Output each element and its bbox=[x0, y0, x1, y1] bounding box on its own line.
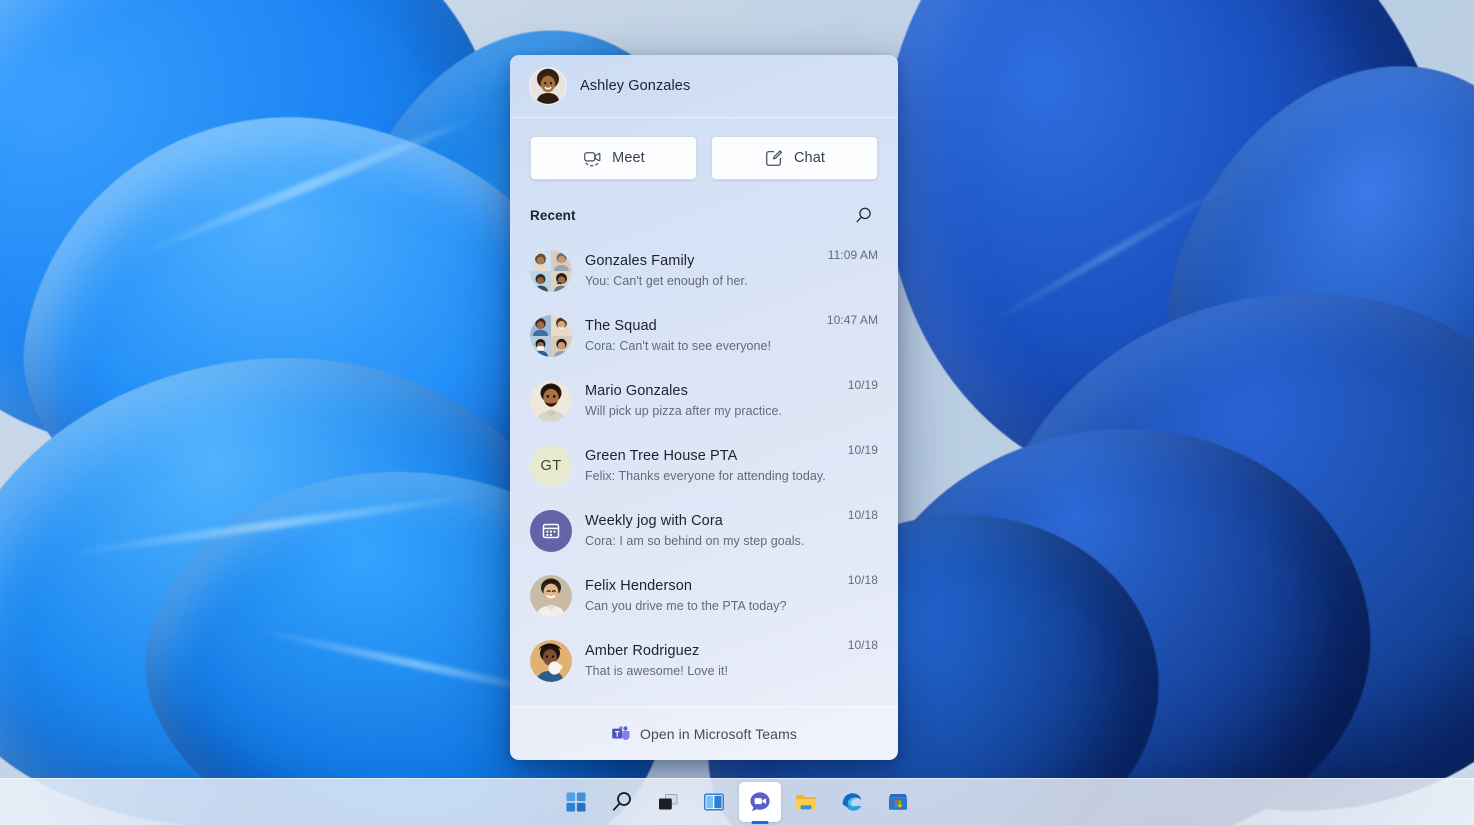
taskbar bbox=[0, 778, 1474, 825]
list-item-text: Mario Gonzales Will pick up pizza after … bbox=[585, 382, 835, 419]
avatar-meeting bbox=[530, 509, 572, 552]
chat-timestamp: 10:47 AM bbox=[826, 313, 878, 327]
list-item-text: Amber Rodriguez That is awesome! Love it… bbox=[585, 642, 835, 679]
chat-timestamp: 10/19 bbox=[847, 443, 878, 457]
file-explorer-button[interactable] bbox=[785, 782, 827, 822]
chat-preview: That is awesome! Love it! bbox=[585, 664, 728, 678]
avatar bbox=[530, 639, 572, 682]
action-row: Meet Chat bbox=[510, 118, 898, 194]
task-view-icon bbox=[659, 794, 678, 810]
chat-button[interactable] bbox=[739, 782, 781, 822]
chat-timestamp: 10/18 bbox=[847, 638, 878, 652]
chat-timestamp: 10/18 bbox=[847, 508, 878, 522]
chat-timestamp: 10/19 bbox=[847, 378, 878, 392]
chat-title: Amber Rodriguez bbox=[585, 643, 700, 659]
list-item-text: Weekly jog with Cora Cora: I am so behin… bbox=[585, 512, 835, 549]
avatar bbox=[530, 314, 572, 357]
compose-chat-icon bbox=[766, 150, 783, 166]
list-item-text: Green Tree House PTA Felix: Thanks every… bbox=[585, 447, 835, 484]
desktop: Ashley Gonzales Meet Chat Recent Gonzale… bbox=[0, 0, 1474, 825]
chat-preview: Can you drive me to the PTA today? bbox=[585, 599, 787, 613]
list-item[interactable]: GT Green Tree House PTA Felix: Thanks ev… bbox=[522, 433, 886, 498]
teams-chat-flyout-panel: Ashley Gonzales Meet Chat Recent Gonzale… bbox=[510, 55, 898, 760]
list-item-text: The Squad Cora: Can't wait to see everyo… bbox=[585, 317, 814, 354]
file-explorer-folder-icon bbox=[796, 794, 816, 810]
chat-button[interactable]: Chat bbox=[711, 136, 878, 180]
microsoft-teams-logo-icon bbox=[612, 726, 630, 740]
search-icon bbox=[612, 792, 631, 811]
chat-preview: Will pick up pizza after my practice. bbox=[585, 404, 783, 418]
meet-button-label: Meet bbox=[612, 150, 645, 166]
avatar-initials: GT bbox=[530, 444, 572, 487]
video-camera-icon bbox=[584, 152, 601, 167]
avatar[interactable] bbox=[530, 68, 566, 104]
widgets-button[interactable] bbox=[693, 782, 735, 822]
list-item[interactable]: Gonzales Family You: Can't get enough of… bbox=[522, 238, 886, 303]
search-button[interactable] bbox=[601, 782, 643, 822]
chat-bubble-video-icon bbox=[750, 792, 770, 812]
avatar bbox=[530, 379, 572, 422]
microsoft-store-icon bbox=[889, 794, 907, 810]
microsoft-store-button[interactable] bbox=[877, 782, 919, 822]
avatar-initials-label: GT bbox=[540, 457, 562, 474]
search-chats-button[interactable] bbox=[848, 200, 878, 230]
open-in-microsoft-teams-button[interactable]: Open in Microsoft Teams bbox=[510, 706, 898, 760]
chat-timestamp: 10/18 bbox=[847, 573, 878, 587]
calendar-meeting-icon bbox=[542, 523, 560, 538]
list-item-text: Felix Henderson Can you drive me to the … bbox=[585, 577, 835, 614]
recent-header-row: Recent bbox=[510, 194, 898, 238]
panel-header: Ashley Gonzales bbox=[510, 55, 898, 118]
list-item[interactable]: Weekly jog with Cora Cora: I am so behin… bbox=[522, 498, 886, 563]
user-name: Ashley Gonzales bbox=[580, 78, 691, 94]
avatar bbox=[530, 249, 572, 292]
search-icon bbox=[855, 207, 871, 222]
chat-title: Felix Henderson bbox=[585, 578, 693, 594]
chat-title: Green Tree House PTA bbox=[585, 448, 738, 464]
widgets-icon bbox=[704, 793, 724, 811]
chat-preview: Cora: Can't wait to see everyone! bbox=[585, 339, 772, 353]
microsoft-edge-icon bbox=[842, 793, 862, 811]
chat-preview: You: Can't get enough of her. bbox=[585, 274, 748, 288]
list-item[interactable]: The Squad Cora: Can't wait to see everyo… bbox=[522, 303, 886, 368]
edge-button[interactable] bbox=[831, 782, 873, 822]
chat-preview: Felix: Thanks everyone for attending tod… bbox=[585, 469, 826, 483]
footer-label: Open in Microsoft Teams bbox=[640, 725, 797, 742]
chat-button-label: Chat bbox=[793, 150, 826, 166]
chat-title: The Squad bbox=[585, 318, 657, 334]
task-view-button[interactable] bbox=[647, 782, 689, 822]
recent-chat-list[interactable]: Gonzales Family You: Can't get enough of… bbox=[510, 238, 898, 706]
avatar bbox=[530, 574, 572, 617]
windows-logo-icon bbox=[566, 792, 586, 812]
meet-button[interactable]: Meet bbox=[530, 136, 697, 180]
list-item[interactable]: Mario Gonzales Will pick up pizza after … bbox=[522, 368, 886, 433]
chat-timestamp: 11:09 AM bbox=[827, 248, 878, 262]
chat-title: Gonzales Family bbox=[585, 253, 695, 269]
chat-title: Weekly jog with Cora bbox=[585, 513, 723, 529]
list-item[interactable]: Amber Rodriguez That is awesome! Love it… bbox=[522, 628, 886, 693]
chat-preview: Cora: I am so behind on my step goals. bbox=[585, 534, 805, 548]
chat-title: Mario Gonzales bbox=[585, 383, 688, 399]
recent-label: Recent bbox=[530, 207, 576, 223]
start-button[interactable] bbox=[555, 782, 597, 822]
list-item[interactable]: Felix Henderson Can you drive me to the … bbox=[522, 563, 886, 628]
list-item-text: Gonzales Family You: Can't get enough of… bbox=[585, 252, 815, 289]
